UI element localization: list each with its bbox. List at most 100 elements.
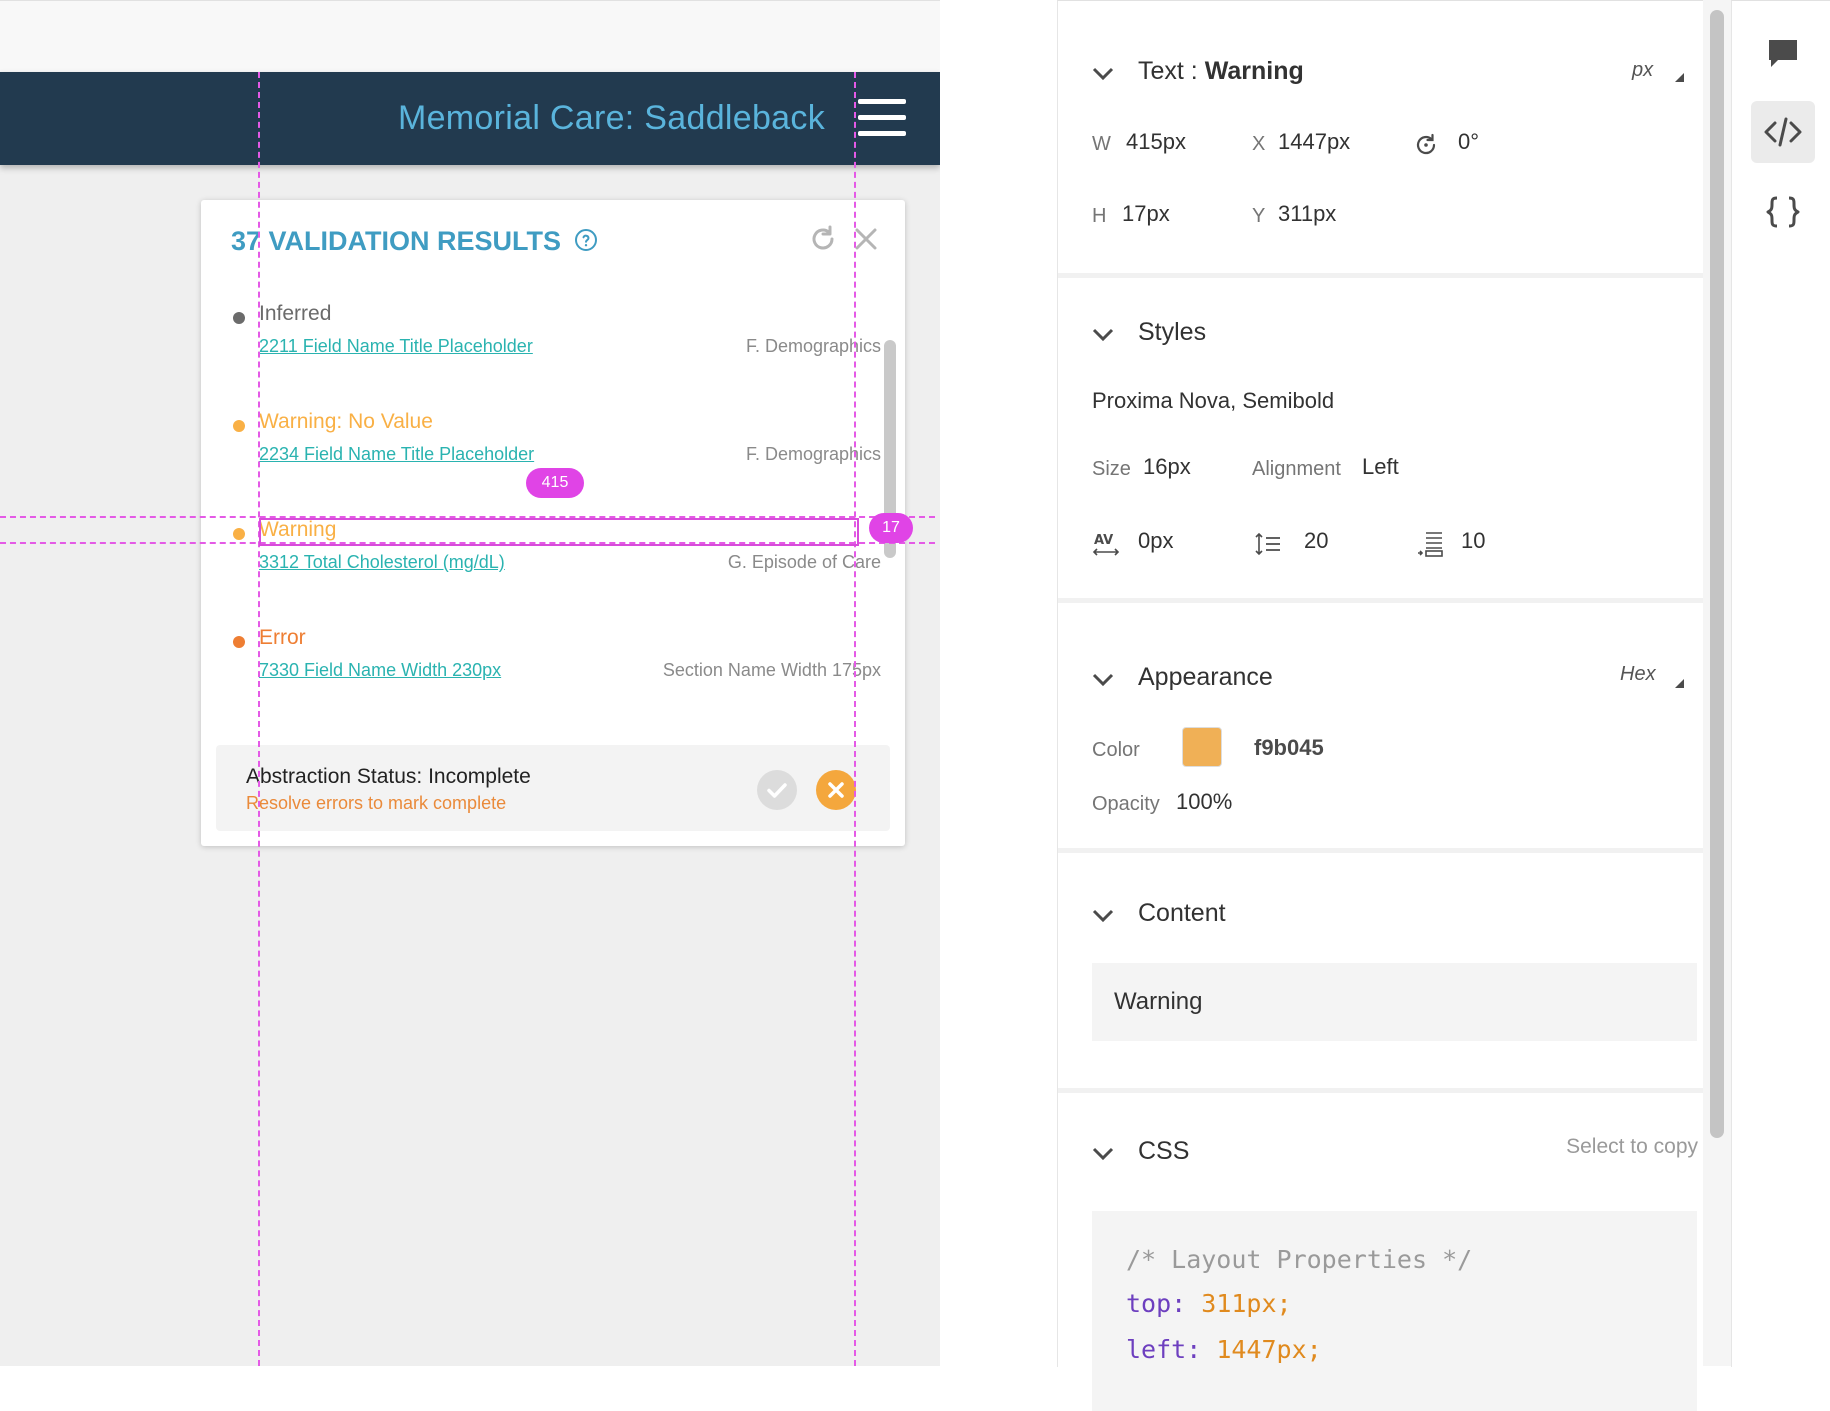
css-property: top: [1126, 1289, 1172, 1318]
heading-prefix: Text :: [1138, 57, 1205, 85]
width-label: W: [1092, 133, 1111, 155]
code-tool-button[interactable]: [1751, 101, 1815, 163]
status-subtitle: Resolve errors to mark complete: [246, 793, 507, 813]
content-value: Warning: [1114, 988, 1203, 1015]
inspector-panel: Text : Warning px W 415px X 1447px 0° H …: [1057, 0, 1704, 1411]
css-property: left: [1126, 1335, 1187, 1364]
chevron-down-icon[interactable]: [1092, 909, 1114, 923]
unit-selector[interactable]: px: [1632, 59, 1653, 82]
color-hex-value: f9b045: [1254, 735, 1324, 760]
css-comment: /* Layout Properties */: [1126, 1245, 1473, 1274]
content-text-box[interactable]: Warning: [1092, 963, 1697, 1041]
chevron-down-icon[interactable]: [1092, 1147, 1114, 1161]
dropdown-corner-icon: [1675, 679, 1684, 688]
css-line: left: 1447px;: [1126, 1335, 1322, 1364]
css-section: CSS Select to copy /* Layout Properties …: [1058, 1093, 1704, 1411]
size-label: Size: [1092, 458, 1131, 480]
design-canvas[interactable]: Memorial Care: Saddleback 37 VALIDATION …: [0, 0, 940, 1366]
appearance-heading[interactable]: Appearance: [1138, 663, 1273, 692]
css-code-block[interactable]: /* Layout Properties */ top: 311px; left…: [1092, 1211, 1697, 1411]
status-dot: [233, 636, 245, 648]
app-header-bar: Memorial Care: Saddleback: [0, 72, 940, 165]
inspector-scrollbar-thumb[interactable]: [1710, 10, 1724, 1138]
result-field-link[interactable]: 3312 Total Cholesterol (mg/dL): [259, 552, 505, 573]
hamburger-menu-icon[interactable]: [858, 99, 906, 137]
guide-line-vertical: [258, 72, 260, 1366]
x-icon[interactable]: [816, 770, 856, 810]
result-section: F. Demographics: [745, 444, 881, 464]
result-section: F. Demographics: [745, 336, 881, 356]
color-label: Color: [1092, 739, 1140, 761]
height-value: 17px: [1122, 201, 1170, 226]
alignment-label: Alignment: [1252, 458, 1341, 480]
css-line: top: 311px;: [1126, 1289, 1292, 1318]
width-measure-badge: 415: [526, 468, 584, 498]
styles-heading[interactable]: Styles: [1138, 318, 1206, 347]
opacity-label: Opacity: [1092, 793, 1160, 815]
character-spacing-icon: AV: [1092, 533, 1120, 556]
status-dot: [233, 420, 245, 432]
height-label: H: [1092, 205, 1107, 227]
result-label: Warning: No Value: [259, 410, 433, 433]
panel-title: 37 VALIDATION RESULTS: [231, 226, 562, 256]
comment-icon: [1769, 40, 1797, 67]
content-heading[interactable]: Content: [1138, 899, 1226, 928]
result-field-link[interactable]: 2211 Field Name Title Placeholder: [259, 336, 533, 357]
x-value: 1447px: [1278, 129, 1351, 154]
selection-box: [259, 518, 859, 546]
y-value: 311px: [1278, 201, 1337, 226]
tool-rail: [1731, 0, 1830, 1367]
select-to-copy-hint: Select to copy: [1566, 1135, 1698, 1158]
height-measure-badge: 17: [869, 513, 913, 543]
css-value: 1447px;: [1216, 1335, 1322, 1364]
chevron-down-icon[interactable]: [1092, 673, 1114, 687]
chevron-down-icon[interactable]: [1092, 328, 1114, 342]
css-value: 311px;: [1201, 1289, 1292, 1318]
result-section: Section Name Width 175px: [662, 660, 881, 680]
color-format-selector[interactable]: Hex: [1620, 663, 1656, 686]
text-section-heading[interactable]: Text : Warning: [1138, 57, 1304, 86]
font-family-value: Proxima Nova, Semibold: [1092, 388, 1335, 413]
alignment-value: Left: [1362, 454, 1399, 479]
paragraph-spacing-icon: [1418, 532, 1443, 557]
content-section: Content Warning: [1058, 853, 1704, 1093]
dropdown-corner-icon: [1675, 73, 1684, 82]
y-label: Y: [1252, 205, 1266, 227]
size-value: 16px: [1143, 454, 1191, 479]
braces-tool-button[interactable]: [1751, 181, 1815, 243]
comment-tool-button[interactable]: [1751, 23, 1815, 85]
status-dot: [233, 528, 245, 540]
paragraph-spacing-value: 10: [1461, 528, 1486, 553]
tracking-value: 0px: [1138, 528, 1174, 553]
text-section: Text : Warning px W 415px X 1447px 0° H …: [1058, 1, 1704, 278]
braces-icon: [1766, 196, 1800, 228]
opacity-value: 100%: [1176, 789, 1233, 814]
canvas-top-area: [0, 0, 940, 73]
appearance-section: Appearance Hex Color f9b045 Opacity 100%: [1058, 603, 1704, 853]
rotate-icon: [1416, 133, 1436, 155]
result-label: Error: [259, 626, 306, 649]
refresh-icon[interactable]: [808, 224, 838, 254]
guide-line-vertical: [854, 72, 856, 1366]
chevron-down-icon[interactable]: [1092, 67, 1114, 81]
css-heading[interactable]: CSS: [1138, 1137, 1189, 1166]
result-field-link[interactable]: 2234 Field Name Title Placeholder: [259, 444, 534, 465]
layer-name: Warning: [1204, 57, 1304, 85]
status-title: Abstraction Status: Incomplete: [246, 765, 531, 788]
result-section: G. Episode of Care: [727, 552, 881, 572]
svg-text:AV: AV: [1094, 533, 1113, 548]
styles-section: Styles Proxima Nova, Semibold Size 16px …: [1058, 278, 1704, 603]
close-icon[interactable]: [853, 226, 879, 252]
abstraction-status-bar: Abstraction Status: Incomplete Resolve e…: [216, 745, 890, 831]
color-swatch[interactable]: [1182, 727, 1222, 767]
width-value: 415px: [1126, 129, 1186, 154]
check-icon[interactable]: [757, 770, 797, 810]
line-spacing-value: 20: [1304, 528, 1329, 553]
line-spacing-icon: [1255, 532, 1280, 556]
app-title: Memorial Care: Saddleback: [397, 99, 825, 137]
result-field-link[interactable]: 7330 Field Name Width 230px: [259, 660, 501, 681]
help-circle-icon[interactable]: [574, 228, 598, 252]
result-label: Inferred: [259, 302, 332, 325]
code-icon: [1764, 117, 1802, 147]
status-dot: [233, 312, 245, 324]
